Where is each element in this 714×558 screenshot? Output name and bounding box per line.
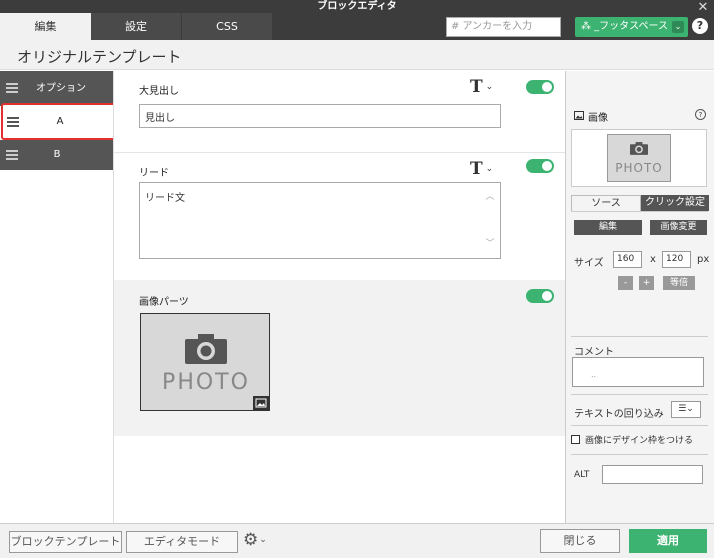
image-parts-label: 画像パーツ xyxy=(139,297,189,308)
increase-size-button[interactable]: + xyxy=(639,276,654,290)
panel-title: 画像 xyxy=(588,113,608,124)
comment-label: コメント xyxy=(574,347,614,358)
page-title: オリジナルテンプレート xyxy=(17,48,182,66)
tab-edit[interactable]: 編集 xyxy=(0,13,91,40)
decrease-size-button[interactable]: - xyxy=(618,276,633,290)
tab-click-settings[interactable]: クリック設定 xyxy=(641,195,709,211)
height-input[interactable]: 120 xyxy=(662,251,691,268)
heading-toggle[interactable] xyxy=(526,80,554,94)
camera-icon xyxy=(185,334,227,364)
chevron-down-icon: ⌄ xyxy=(672,21,684,33)
tab-source[interactable]: ソース xyxy=(571,195,641,211)
heading-label: 大見出し xyxy=(139,86,179,97)
lead-textarea[interactable]: リード文 ︿ ﹀ xyxy=(139,182,501,259)
window-title: ブロックエディタ xyxy=(317,1,397,12)
scroll-up-icon[interactable]: ︿ xyxy=(485,193,495,202)
help-icon[interactable]: ? xyxy=(695,109,706,120)
divider xyxy=(571,336,708,337)
photo-placeholder-text: PHOTO xyxy=(162,370,250,395)
footer-space-label: ⁂ _フッタスペース xyxy=(581,21,668,32)
chevron-down-icon: ⌄ xyxy=(485,164,494,174)
heading-field: 大見出し T ⌄ 見出し xyxy=(114,71,565,153)
close-button[interactable]: 閉じる xyxy=(540,529,620,553)
sidebar-item-label: B xyxy=(53,149,61,160)
text-format-icon: T xyxy=(470,77,483,97)
image-thumbnail[interactable]: PHOTO xyxy=(607,134,671,182)
size-label: サイズ xyxy=(574,258,604,269)
drag-handle-icon[interactable] xyxy=(6,83,18,93)
design-frame-checkbox[interactable] xyxy=(571,435,580,444)
text-wrap-label: テキストの回り込み xyxy=(574,409,664,420)
block-template-button[interactable]: ブロックテンプレート xyxy=(9,531,122,553)
title-bar: ブロックエディタ ✕ 編集 設定 CSS # アンカーを入力 ⁂ _フッタスペー… xyxy=(0,0,714,40)
text-format-button[interactable]: T ⌄ xyxy=(470,77,493,97)
editor-mode-button[interactable]: エディタモード xyxy=(126,531,238,553)
divider xyxy=(571,211,708,212)
anchor-input[interactable]: # アンカーを入力 xyxy=(446,17,561,37)
settings-menu-button[interactable]: ⚙⌄ xyxy=(243,530,267,550)
change-image-button[interactable]: 画像変更 xyxy=(650,220,707,235)
lead-label: リード xyxy=(139,168,169,179)
edit-image-button[interactable]: 編集 xyxy=(574,220,642,235)
text-format-icon: T xyxy=(470,159,483,179)
divider xyxy=(571,454,708,455)
sidebar-item-b[interactable]: B xyxy=(0,140,113,170)
gear-icon: ⚙ xyxy=(243,530,259,550)
editor-main: 大見出し T ⌄ 見出し リード T ⌄ リード文 ︿ ﹀ 画像パーツ PHOTO xyxy=(113,71,565,523)
sidebar-item-label: オプション xyxy=(36,83,86,94)
text-wrap-dropdown[interactable]: ☰⌄ xyxy=(671,401,701,418)
footer-space-dropdown[interactable]: ⁂ _フッタスペース ⌄ xyxy=(575,17,688,37)
image-placeholder[interactable]: PHOTO xyxy=(140,313,270,411)
image-icon xyxy=(574,111,584,120)
sidebar-item-a[interactable]: A xyxy=(1,103,118,140)
comment-input[interactable]: .. xyxy=(572,357,704,387)
sidebar-item-options[interactable]: オプション xyxy=(0,71,113,106)
width-input[interactable]: 160 xyxy=(613,251,642,268)
design-frame-label: 画像にデザイン枠をつける xyxy=(585,436,694,446)
help-icon[interactable]: ? xyxy=(692,18,708,34)
alt-label: ALT xyxy=(574,470,590,480)
size-unit: px xyxy=(697,254,710,265)
drag-handle-icon[interactable] xyxy=(6,150,18,160)
divider xyxy=(571,425,708,426)
sidebar-item-label: A xyxy=(56,116,64,127)
image-properties-panel: 画像 ? PHOTO ソース クリック設定 編集 画像変更 サイズ 160 x … xyxy=(565,71,714,523)
image-thumbnail-frame: PHOTO xyxy=(571,129,707,187)
lead-field: リード T ⌄ リード文 ︿ ﹀ xyxy=(114,153,565,280)
divider xyxy=(571,394,708,395)
chevron-down-icon: ⌄ xyxy=(485,82,494,92)
tab-css[interactable]: CSS xyxy=(182,13,272,40)
camera-icon xyxy=(630,142,648,155)
original-size-button[interactable]: 等倍 xyxy=(663,276,695,290)
image-toggle[interactable] xyxy=(526,289,554,303)
scroll-down-icon[interactable]: ﹀ xyxy=(485,240,495,249)
drag-handle-icon[interactable] xyxy=(7,117,19,127)
lead-toggle[interactable] xyxy=(526,159,554,173)
chevron-down-icon: ⌄ xyxy=(259,535,267,545)
lead-text: リード文 xyxy=(145,193,185,204)
text-format-button[interactable]: T ⌄ xyxy=(470,159,493,179)
heading-input[interactable]: 見出し xyxy=(139,104,501,128)
page-header: オリジナルテンプレート xyxy=(0,40,714,70)
image-select-icon[interactable] xyxy=(253,396,269,410)
tab-settings[interactable]: 設定 xyxy=(91,13,182,40)
block-list-sidebar: オプション A B xyxy=(0,71,118,523)
close-icon[interactable]: ✕ xyxy=(696,1,710,15)
size-separator: x xyxy=(650,254,656,265)
photo-placeholder-text: PHOTO xyxy=(615,161,663,175)
bottom-bar: ブロックテンプレート エディタモード ⚙⌄ 閉じる 適用 xyxy=(0,523,714,558)
alt-input[interactable] xyxy=(602,465,703,484)
apply-button[interactable]: 適用 xyxy=(629,529,707,553)
comment-text: .. xyxy=(591,370,597,379)
